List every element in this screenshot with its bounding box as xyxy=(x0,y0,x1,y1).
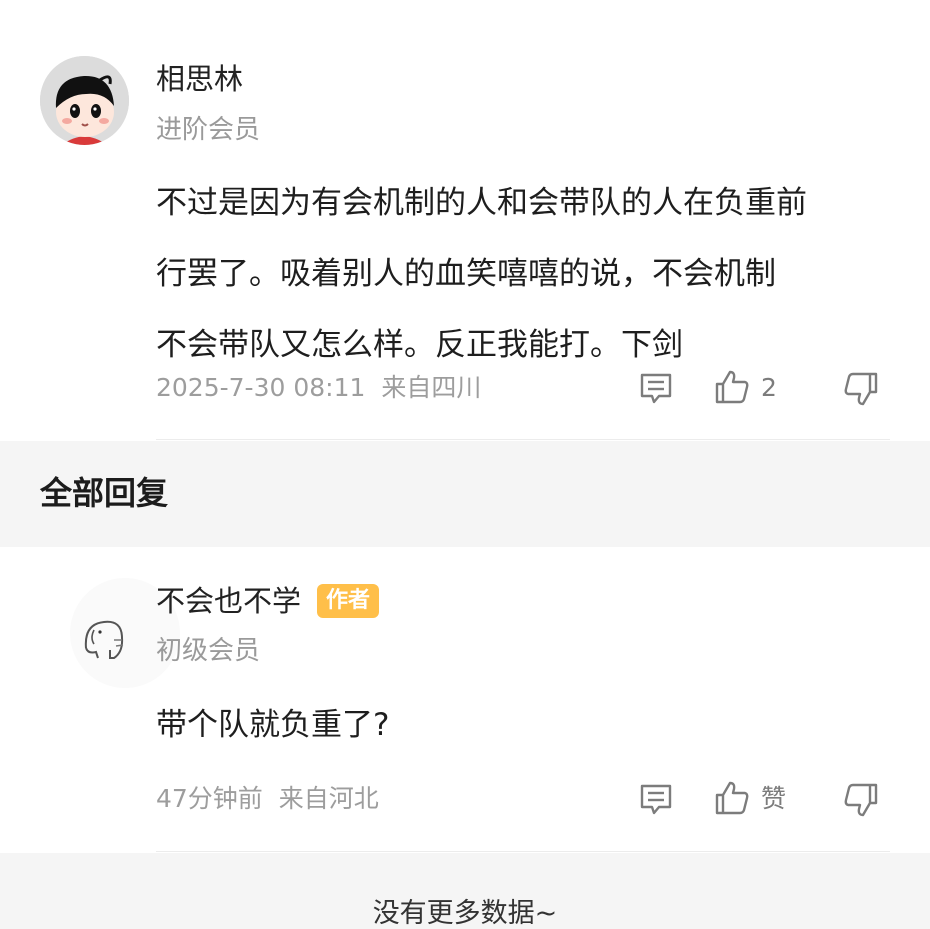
divider xyxy=(156,851,890,852)
member-level: 初级会员 xyxy=(156,636,261,666)
avatar[interactable] xyxy=(40,56,129,145)
like-button[interactable]: 赞 xyxy=(713,779,786,817)
section-title: 全部回复 xyxy=(40,474,169,512)
like-label: 赞 xyxy=(761,783,787,813)
no-more-data-text: 没有更多数据~ xyxy=(372,898,558,929)
replies-section-header: 全部回复 xyxy=(0,441,930,547)
dislike-button[interactable] xyxy=(842,370,880,412)
reply-button[interactable] xyxy=(638,370,674,410)
author-badge: 作者 xyxy=(317,584,380,618)
list-footer: 没有更多数据~ xyxy=(0,853,930,929)
comment-content: 不过是因为有会机制的人和会带队的人在负重前 行罢了。吸着别人的血笑嘻嘻的说，不会… xyxy=(156,168,807,381)
dislike-button[interactable] xyxy=(842,781,880,823)
thumbs-down-icon xyxy=(844,372,878,406)
comment-meta: 2025-7-30 08:11 来自四川 xyxy=(156,375,481,400)
reply-meta: 47分钟前 来自河北 xyxy=(156,786,379,811)
comment-line: 不过是因为有会机制的人和会带队的人在负重前 xyxy=(156,185,807,221)
like-count: 2 xyxy=(761,372,777,402)
cartoon-boy-avatar-icon xyxy=(40,56,129,145)
thumbs-up-icon xyxy=(715,370,749,404)
like-button[interactable]: 2 xyxy=(713,368,777,406)
comment-location: 来自四川 xyxy=(381,373,482,402)
reply-button[interactable] xyxy=(638,781,674,821)
comment-icon xyxy=(640,784,672,815)
reply-author-row: 不会也不学 作者 xyxy=(156,584,380,618)
reply-content: 带个队就负重了? xyxy=(156,707,390,743)
member-level: 进阶会员 xyxy=(156,115,261,145)
divider xyxy=(156,439,890,440)
author-name[interactable]: 相思林 xyxy=(156,65,243,94)
reply-author-name[interactable]: 不会也不学 xyxy=(156,586,301,616)
thumbs-down-icon xyxy=(844,783,878,817)
reply-location: 来自河北 xyxy=(278,784,379,813)
comment-line: 行罢了。吸着别人的血笑嘻嘻的说，不会机制 xyxy=(156,256,776,292)
comment-line: 不会带队又怎么样。反正我能打。下剑 xyxy=(156,327,683,363)
reply-time: 47分钟前 xyxy=(156,784,263,813)
comment-icon xyxy=(640,373,672,404)
comment-time: 2025-7-30 08:11 xyxy=(156,373,366,402)
thumbs-up-icon xyxy=(715,781,749,815)
